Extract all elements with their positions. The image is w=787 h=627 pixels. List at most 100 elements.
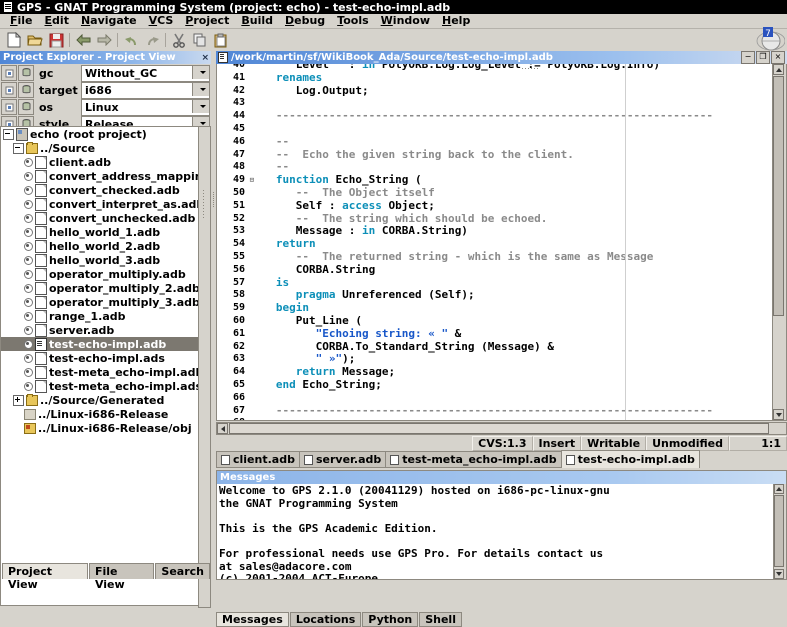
- close-button[interactable]: ×: [771, 51, 785, 64]
- tree-bullet-icon[interactable]: [24, 242, 33, 251]
- tab-client-adb[interactable]: client.adb: [216, 451, 300, 468]
- fold-marker-icon[interactable]: [248, 85, 256, 98]
- tree-item[interactable]: server.adb: [1, 323, 201, 337]
- menu-help[interactable]: Help: [436, 14, 476, 28]
- tree-item[interactable]: hello_world_1.adb: [1, 225, 201, 239]
- fold-marker-icon[interactable]: [248, 264, 256, 277]
- fold-marker-icon[interactable]: [248, 277, 256, 290]
- tree-bullet-icon[interactable]: [24, 214, 33, 223]
- tree-bullet-icon[interactable]: [24, 312, 33, 321]
- tree-item[interactable]: convert_address_mapping.adb: [1, 169, 201, 183]
- tree-item[interactable]: operator_multiply_2.adb: [1, 281, 201, 295]
- tab-test-meta-echo-impl-adb[interactable]: test-meta_echo-impl.adb: [385, 451, 561, 468]
- tree-bullet-icon[interactable]: [24, 270, 33, 279]
- fold-marker-icon[interactable]: ⊟: [248, 174, 256, 187]
- back-arrow-icon[interactable]: [73, 31, 93, 50]
- fold-marker-icon[interactable]: [248, 225, 256, 238]
- fold-marker-icon[interactable]: [248, 110, 256, 123]
- fold-marker-icon[interactable]: [248, 353, 256, 366]
- tree-item[interactable]: ../Linux-i686-Release: [1, 407, 201, 421]
- menu-debug[interactable]: Debug: [279, 14, 331, 28]
- tab-messages[interactable]: Messages: [216, 612, 289, 627]
- tree-item[interactable]: convert_unchecked.adb: [1, 211, 201, 225]
- scrollbar-thumb[interactable]: [773, 76, 784, 316]
- tree-item[interactable]: test-echo-impl.ads: [1, 351, 201, 365]
- menu-build[interactable]: Build: [235, 14, 279, 28]
- tree-item[interactable]: operator_multiply.adb: [1, 267, 201, 281]
- maximize-button[interactable]: ❐: [756, 51, 770, 64]
- fold-marker-icon[interactable]: [248, 123, 256, 136]
- fold-marker-icon[interactable]: [248, 149, 256, 162]
- tree-bullet-icon[interactable]: [24, 172, 33, 181]
- fold-marker-icon[interactable]: [248, 341, 256, 354]
- scroll-up-icon[interactable]: [773, 64, 784, 75]
- tree-item[interactable]: range_1.adb: [1, 309, 201, 323]
- copy-icon[interactable]: [190, 31, 210, 50]
- property-combo-os[interactable]: Linux: [81, 99, 210, 116]
- tab-python[interactable]: Python: [362, 612, 418, 627]
- messages-scrollbar[interactable]: [773, 484, 786, 579]
- new-file-icon[interactable]: [4, 31, 24, 50]
- collapse-icon[interactable]: [13, 143, 24, 154]
- code-line[interactable]: 44 -------------------------------------…: [217, 110, 772, 123]
- chevron-down-icon[interactable]: [192, 83, 209, 96]
- build-icon[interactable]: [18, 65, 34, 81]
- forward-arrow-icon[interactable]: [94, 31, 114, 50]
- tree-bullet-icon[interactable]: [24, 354, 33, 363]
- scrollbar-thumb[interactable]: [774, 495, 784, 567]
- project-tree[interactable]: echo (root project)../Sourceclient.adbco…: [0, 126, 201, 606]
- minimize-button[interactable]: −: [741, 51, 755, 64]
- menu-vcs[interactable]: VCS: [143, 14, 180, 28]
- property-combo-target[interactable]: i686: [81, 82, 210, 99]
- fold-marker-icon[interactable]: [248, 200, 256, 213]
- fold-marker-icon[interactable]: [248, 187, 256, 200]
- expand-icon[interactable]: [13, 395, 24, 406]
- editor-vertical-scrollbar[interactable]: [772, 64, 786, 420]
- tree-bullet-icon[interactable]: [24, 340, 33, 349]
- fold-marker-icon[interactable]: [248, 97, 256, 110]
- cut-icon[interactable]: [169, 31, 189, 50]
- menu-project[interactable]: Project: [179, 14, 235, 28]
- fold-marker-icon[interactable]: [248, 392, 256, 405]
- menu-tools[interactable]: Tools: [331, 14, 374, 28]
- tree-bullet-icon[interactable]: [24, 186, 33, 195]
- redo-icon[interactable]: [142, 31, 162, 50]
- project-tree-scrollbar[interactable]: [198, 126, 211, 608]
- tree-bullet-icon[interactable]: [24, 158, 33, 167]
- tree-item[interactable]: test-echo-impl.adb: [1, 337, 201, 351]
- chevron-down-icon[interactable]: [192, 100, 209, 113]
- fold-marker-icon[interactable]: [248, 72, 256, 85]
- edit-scenario-icon[interactable]: [1, 99, 17, 115]
- tree-bullet-icon[interactable]: [24, 284, 33, 293]
- fold-marker-icon[interactable]: [248, 161, 256, 174]
- tree-item[interactable]: ../Source/Generated: [1, 393, 201, 407]
- code-editor[interactable]: 40 Level : in PolyORB.Log.Log_Level := P…: [216, 64, 787, 421]
- tree-bullet-icon[interactable]: [24, 228, 33, 237]
- hscrollbar-thumb[interactable]: [229, 423, 769, 434]
- tree-bullet-icon[interactable]: [24, 256, 33, 265]
- fold-marker-icon[interactable]: [248, 251, 256, 264]
- tree-item[interactable]: ../Linux-i686-Release/obj: [1, 421, 201, 435]
- tree-item[interactable]: hello_world_2.adb: [1, 239, 201, 253]
- close-icon[interactable]: ×: [201, 53, 209, 63]
- tab-search[interactable]: Search: [155, 563, 210, 579]
- property-combo-gc[interactable]: Without_GC: [81, 65, 210, 82]
- code-line[interactable]: 42 Log.Output;: [217, 85, 772, 98]
- code-lines[interactable]: 40 Level : in PolyORB.Log.Log_Level := P…: [217, 64, 772, 420]
- tree-bullet-icon[interactable]: [24, 298, 33, 307]
- tree-bullet-icon[interactable]: [24, 326, 33, 335]
- fold-marker-icon[interactable]: [248, 328, 256, 341]
- tab-test-echo-impl-adb[interactable]: test-echo-impl.adb: [561, 450, 700, 468]
- undo-icon[interactable]: [121, 31, 141, 50]
- tab-file-view[interactable]: File View: [89, 563, 154, 579]
- tree-item[interactable]: echo (root project): [1, 127, 201, 141]
- fold-marker-icon[interactable]: [248, 379, 256, 392]
- tree-item[interactable]: convert_checked.adb: [1, 183, 201, 197]
- menu-navigate[interactable]: Navigate: [75, 14, 143, 28]
- tab-server-adb[interactable]: server.adb: [299, 451, 386, 468]
- save-file-icon[interactable]: [46, 31, 66, 50]
- fold-marker-icon[interactable]: [248, 315, 256, 328]
- fold-marker-icon[interactable]: [248, 366, 256, 379]
- fold-marker-icon[interactable]: [248, 405, 256, 418]
- tree-item[interactable]: test-meta_echo-impl.ads: [1, 379, 201, 393]
